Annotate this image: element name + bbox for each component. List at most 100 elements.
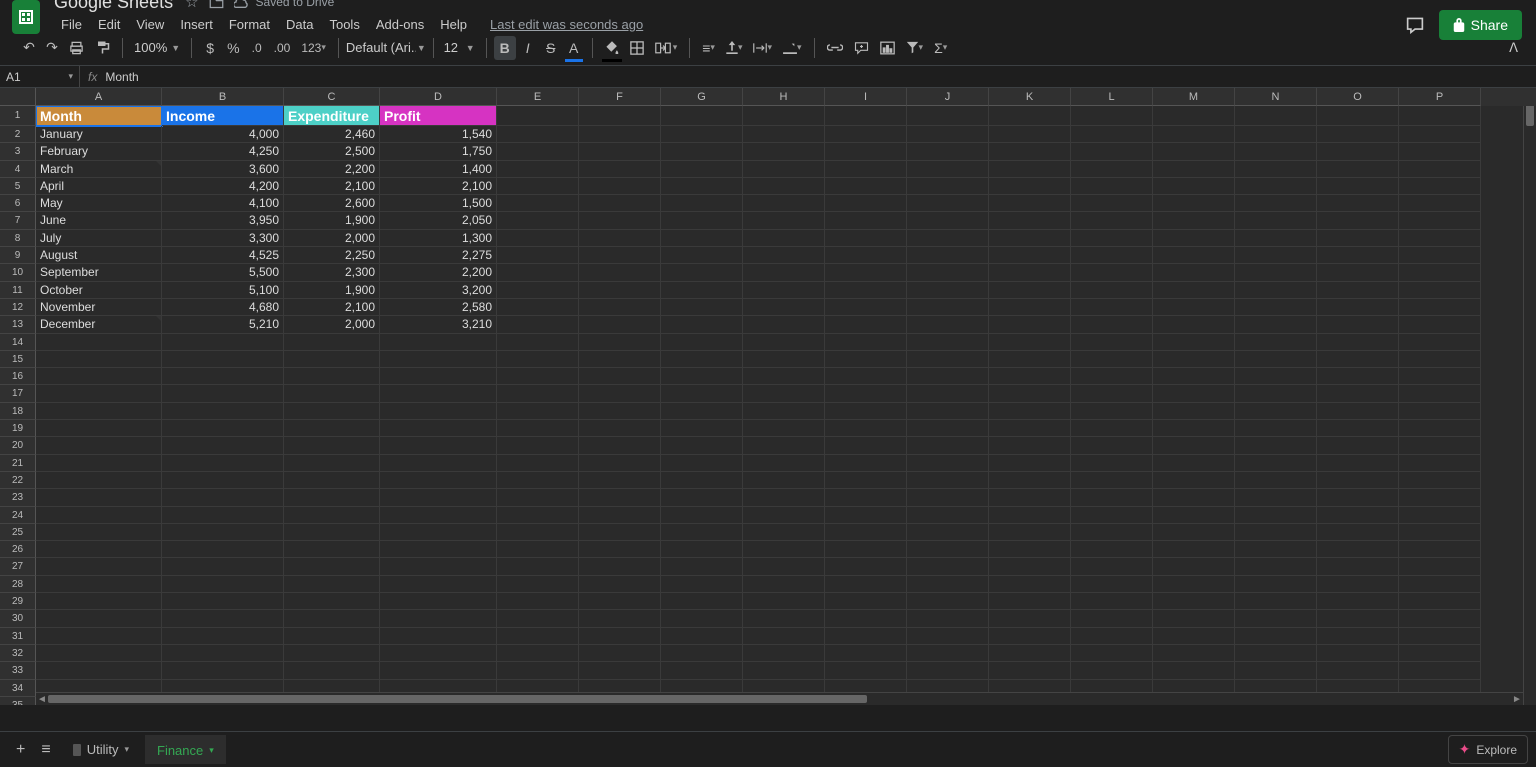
add-sheet-icon[interactable]: + [8, 735, 33, 765]
cell[interactable] [825, 264, 907, 281]
col-header-N[interactable]: N [1235, 88, 1317, 106]
column-headers[interactable]: ABCDEFGHIJKLMNOP [36, 88, 1536, 106]
cell[interactable] [989, 489, 1071, 506]
cell[interactable] [1317, 316, 1399, 333]
cell[interactable] [907, 628, 989, 645]
cell[interactable] [1317, 368, 1399, 385]
redo-icon[interactable]: ↷ [41, 36, 63, 60]
cell[interactable] [284, 645, 380, 662]
cell[interactable] [162, 593, 284, 610]
cell[interactable] [579, 593, 661, 610]
cell[interactable] [989, 541, 1071, 558]
cell[interactable] [661, 385, 743, 402]
cell[interactable] [380, 368, 497, 385]
row-header[interactable]: 9 [0, 247, 36, 264]
cell[interactable] [907, 472, 989, 489]
bold-icon[interactable]: B [494, 36, 516, 60]
cell[interactable] [661, 593, 743, 610]
cell[interactable]: 2,050 [380, 212, 497, 229]
cell[interactable] [1317, 576, 1399, 593]
borders-icon[interactable] [625, 36, 649, 60]
cell[interactable] [1317, 645, 1399, 662]
cell[interactable] [743, 645, 825, 662]
cell[interactable] [36, 403, 162, 420]
cell[interactable] [1317, 524, 1399, 541]
sheet-menu-icon[interactable]: ▾ [209, 745, 214, 756]
cell[interactable] [661, 106, 743, 126]
row-header[interactable]: 14 [0, 334, 36, 351]
cell[interactable] [497, 178, 579, 195]
cell[interactable]: September [36, 264, 162, 281]
cell[interactable] [743, 507, 825, 524]
cell[interactable] [1153, 385, 1235, 402]
cell[interactable]: 1,500 [380, 195, 497, 212]
cell[interactable] [284, 576, 380, 593]
cell[interactable] [1399, 524, 1481, 541]
cell[interactable] [1071, 455, 1153, 472]
cell[interactable] [1153, 264, 1235, 281]
cell[interactable] [1399, 610, 1481, 627]
cell[interactable] [1153, 126, 1235, 143]
cell[interactable] [825, 247, 907, 264]
cell[interactable] [380, 334, 497, 351]
cell[interactable] [1399, 299, 1481, 316]
cell[interactable] [1317, 143, 1399, 160]
cell[interactable] [1235, 489, 1317, 506]
cell[interactable] [1153, 368, 1235, 385]
italic-icon[interactable]: I [517, 36, 539, 60]
vertical-scrollbar[interactable] [1523, 88, 1536, 705]
cell[interactable] [661, 610, 743, 627]
cell[interactable] [743, 472, 825, 489]
cell[interactable] [989, 645, 1071, 662]
link-icon[interactable] [822, 36, 848, 60]
cell[interactable] [825, 351, 907, 368]
cell[interactable] [1071, 489, 1153, 506]
cell[interactable]: March [36, 161, 162, 178]
cell[interactable] [661, 299, 743, 316]
cell[interactable] [1071, 524, 1153, 541]
cell[interactable] [907, 264, 989, 281]
cell[interactable] [1071, 610, 1153, 627]
cell[interactable] [1235, 472, 1317, 489]
cell[interactable] [579, 610, 661, 627]
strikethrough-icon[interactable]: S [540, 36, 562, 60]
share-button[interactable]: Share [1439, 10, 1522, 40]
cell[interactable] [380, 593, 497, 610]
row-header[interactable]: 11 [0, 282, 36, 299]
cell[interactable] [1153, 299, 1235, 316]
cell[interactable] [1153, 230, 1235, 247]
cell[interactable] [743, 541, 825, 558]
cell[interactable] [907, 610, 989, 627]
cell[interactable] [743, 368, 825, 385]
more-formats-icon[interactable]: 123▾ [296, 36, 331, 60]
document-title[interactable]: Google Sheets [54, 0, 173, 13]
cell[interactable] [162, 558, 284, 575]
cell[interactable] [1399, 420, 1481, 437]
cell[interactable] [907, 178, 989, 195]
cell[interactable] [1071, 282, 1153, 299]
cell[interactable] [284, 507, 380, 524]
cell[interactable] [989, 558, 1071, 575]
row-header[interactable]: 35 [0, 697, 36, 705]
row-header[interactable]: 13 [0, 316, 36, 333]
cell[interactable] [162, 437, 284, 454]
cell[interactable] [1071, 264, 1153, 281]
cell[interactable] [284, 385, 380, 402]
cell[interactable] [579, 334, 661, 351]
cell[interactable] [989, 455, 1071, 472]
cell[interactable] [497, 368, 579, 385]
cell[interactable]: 1,900 [284, 282, 380, 299]
row-header[interactable]: 25 [0, 524, 36, 541]
cell[interactable]: August [36, 247, 162, 264]
cell[interactable] [743, 126, 825, 143]
row-header[interactable]: 8 [0, 230, 36, 247]
cell[interactable] [661, 437, 743, 454]
cell[interactable] [380, 507, 497, 524]
cell[interactable]: 2,100 [284, 299, 380, 316]
cell[interactable] [1153, 628, 1235, 645]
cell[interactable] [1235, 230, 1317, 247]
cell[interactable] [907, 385, 989, 402]
cell[interactable] [1317, 264, 1399, 281]
cell[interactable] [907, 247, 989, 264]
cell[interactable] [497, 524, 579, 541]
